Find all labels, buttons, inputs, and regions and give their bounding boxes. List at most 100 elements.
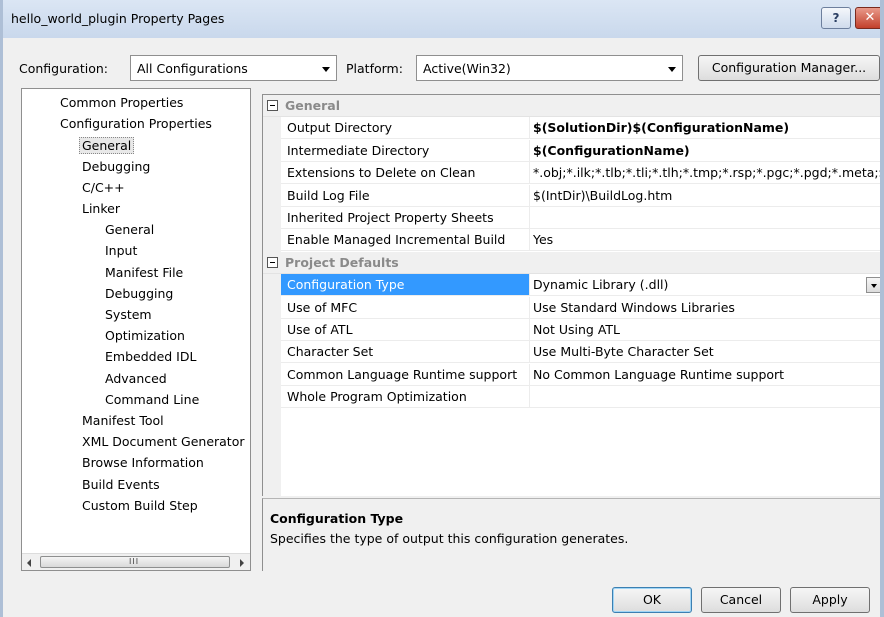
category-label: Project Defaults bbox=[285, 254, 399, 270]
platform-combo[interactable]: Active(Win32) bbox=[416, 55, 683, 81]
row-gutter bbox=[263, 296, 281, 319]
title-bar[interactable]: hello_world_plugin Property Pages ? ✕ bbox=[3, 0, 880, 38]
property-name[interactable]: Whole Program Optimization bbox=[281, 386, 530, 409]
tree-item[interactable]: System bbox=[105, 307, 152, 322]
configuration-manager-button[interactable]: Configuration Manager... bbox=[698, 55, 880, 81]
property-row[interactable]: Use of MFC Use Standard Windows Libraries bbox=[263, 296, 880, 319]
row-gutter bbox=[263, 229, 281, 252]
tree-item[interactable]: Debugging bbox=[82, 159, 150, 174]
tree-item[interactable]: C/C++ bbox=[82, 180, 125, 195]
property-value[interactable]: Use Multi-Byte Character Set bbox=[530, 341, 880, 364]
collapse-icon[interactable] bbox=[267, 256, 278, 268]
property-value[interactable]: $(IntDir)\BuildLog.htm bbox=[530, 185, 880, 207]
scrollbar-grip: III bbox=[129, 557, 140, 566]
row-gutter bbox=[263, 274, 281, 297]
property-value[interactable]: $(SolutionDir)$(ConfigurationName) bbox=[530, 117, 880, 140]
property-row[interactable]: Intermediate Directory $(ConfigurationNam… bbox=[263, 139, 880, 162]
property-row[interactable]: Character Set Use Multi-Byte Character Se… bbox=[263, 341, 880, 364]
property-row[interactable]: Inherited Project Property Sheets bbox=[263, 207, 880, 229]
cancel-button[interactable]: Cancel bbox=[701, 587, 781, 613]
scrollbar-thumb[interactable]: III bbox=[40, 556, 230, 568]
property-pages-dialog: hello_world_plugin Property Pages ? ✕ Co… bbox=[0, 0, 884, 617]
property-name[interactable]: Common Language Runtime support bbox=[281, 363, 530, 386]
ok-button[interactable]: OK bbox=[612, 587, 692, 613]
tree-item[interactable]: Browse Information bbox=[82, 455, 204, 470]
tree-item[interactable]: Command Line bbox=[105, 392, 199, 407]
dropdown-arrow-icon[interactable] bbox=[866, 277, 880, 294]
property-value[interactable]: No Common Language Runtime support bbox=[530, 364, 880, 386]
property-row[interactable]: Extensions to Delete on Clean *.obj;*.ilk… bbox=[263, 162, 880, 185]
category-label: General bbox=[285, 98, 340, 113]
configuration-value: All Configurations bbox=[137, 61, 248, 76]
tree-item[interactable]: Manifest Tool bbox=[82, 413, 164, 428]
tree-item[interactable]: Debugging bbox=[105, 286, 173, 301]
property-value[interactable]: Yes bbox=[530, 229, 880, 252]
tree-item[interactable]: Advanced bbox=[105, 371, 167, 386]
configuration-combo[interactable]: All Configurations bbox=[130, 55, 337, 81]
row-gutter bbox=[263, 207, 281, 229]
property-name[interactable]: Use of MFC bbox=[281, 296, 530, 319]
row-gutter bbox=[263, 139, 281, 162]
property-row[interactable]: Common Language Runtime support No Common… bbox=[263, 363, 880, 386]
property-row[interactable]: Output Directory $(SolutionDir)$(Configur… bbox=[263, 117, 880, 140]
property-value[interactable]: Dynamic Library (.dll) bbox=[530, 274, 880, 297]
property-name[interactable]: Character Set bbox=[281, 341, 530, 364]
tree-item[interactable]: Input bbox=[105, 243, 137, 258]
scroll-left-icon[interactable] bbox=[27, 559, 31, 567]
property-row[interactable]: Configuration Type Dynamic Library (.dll) bbox=[263, 274, 880, 297]
tree-item[interactable]: Manifest File bbox=[105, 265, 183, 280]
category-header[interactable]: General bbox=[263, 95, 880, 117]
horizontal-scrollbar[interactable]: III bbox=[22, 553, 250, 570]
platform-label: Platform: bbox=[346, 61, 403, 76]
tree-item[interactable]: Configuration Properties bbox=[60, 116, 212, 131]
property-row[interactable]: Whole Program Optimization bbox=[263, 386, 880, 409]
row-gutter bbox=[263, 363, 281, 386]
tree-item[interactable]: Linker bbox=[82, 201, 120, 216]
description-title: Configuration Type bbox=[270, 511, 404, 526]
row-gutter bbox=[263, 386, 281, 409]
property-value[interactable] bbox=[530, 207, 880, 229]
tree-item[interactable]: Optimization bbox=[105, 328, 185, 343]
settings-tree[interactable]: Common Properties Configuration Propertie… bbox=[21, 88, 251, 571]
collapse-icon[interactable] bbox=[267, 100, 278, 111]
property-name[interactable]: Inherited Project Property Sheets bbox=[281, 207, 530, 229]
description-text: Specifies the type of output this config… bbox=[270, 531, 629, 546]
tree-item[interactable]: Build Events bbox=[82, 477, 160, 492]
tree-item[interactable]: Common Properties bbox=[60, 95, 183, 110]
chevron-down-icon bbox=[322, 67, 330, 72]
property-name[interactable]: Build Log File bbox=[281, 184, 530, 207]
property-value[interactable]: Use Standard Windows Libraries bbox=[530, 297, 880, 319]
row-gutter bbox=[263, 162, 281, 185]
apply-button[interactable]: Apply bbox=[790, 587, 870, 613]
property-value[interactable]: Not Using ATL bbox=[530, 319, 880, 341]
close-button[interactable]: ✕ bbox=[855, 7, 880, 29]
property-grid[interactable]: General Output Directory $(SolutionDir)$(C… bbox=[262, 94, 880, 496]
row-gutter bbox=[263, 184, 281, 207]
row-gutter bbox=[263, 341, 281, 364]
configuration-label: Configuration: bbox=[19, 61, 108, 76]
tree-item[interactable]: XML Document Generator bbox=[82, 434, 245, 449]
property-value[interactable]: *.obj;*.ilk;*.tlb;*.tli;*.tlh;*.tmp;*.rs… bbox=[530, 162, 880, 185]
scroll-right-icon[interactable] bbox=[240, 559, 244, 567]
tree-item[interactable]: Custom Build Step bbox=[82, 498, 198, 513]
property-name[interactable]: Configuration Type bbox=[281, 274, 530, 297]
tree-item[interactable]: General bbox=[79, 137, 135, 155]
category-header[interactable]: Project Defaults bbox=[263, 251, 880, 274]
window-title: hello_world_plugin Property Pages bbox=[11, 11, 225, 26]
property-row[interactable]: Enable Managed Incremental Build Yes bbox=[263, 229, 880, 252]
tree-item[interactable]: Embedded IDL bbox=[105, 349, 196, 364]
row-gutter bbox=[263, 319, 281, 341]
description-panel: Configuration Type Specifies the type of… bbox=[262, 498, 880, 571]
help-button[interactable]: ? bbox=[821, 7, 851, 29]
property-name[interactable]: Intermediate Directory bbox=[281, 139, 530, 162]
property-value[interactable]: $(ConfigurationName) bbox=[530, 140, 880, 162]
property-value[interactable] bbox=[530, 386, 880, 409]
property-row[interactable]: Build Log File $(IntDir)\BuildLog.htm bbox=[263, 184, 880, 207]
property-name[interactable]: Output Directory bbox=[281, 117, 530, 140]
property-name[interactable]: Extensions to Delete on Clean bbox=[281, 162, 530, 185]
property-name[interactable]: Use of ATL bbox=[281, 319, 530, 341]
tree-item[interactable]: General bbox=[105, 222, 154, 237]
property-row[interactable]: Use of ATL Not Using ATL bbox=[263, 319, 880, 341]
platform-value: Active(Win32) bbox=[423, 61, 511, 76]
property-name[interactable]: Enable Managed Incremental Build bbox=[281, 229, 530, 252]
